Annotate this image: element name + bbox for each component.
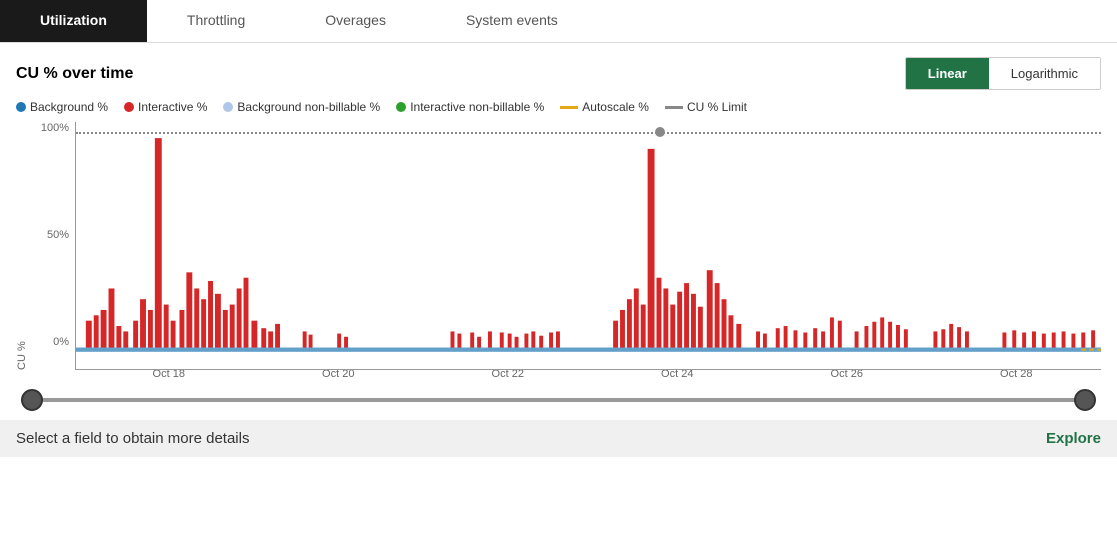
legend-cu-limit: CU % Limit: [665, 100, 747, 114]
chart-title: CU % over time: [16, 65, 133, 83]
legend-interactive-label: Interactive %: [138, 100, 207, 114]
legend-autoscale-icon: [560, 106, 578, 109]
y-axis-ticks: 100% 50% 0%: [30, 122, 75, 370]
legend-interactive-icon: [124, 102, 134, 112]
tab-utilization[interactable]: Utilization: [0, 0, 147, 42]
chart-legend: Background % Interactive % Background no…: [16, 100, 1101, 114]
y-tick-100: 100%: [41, 122, 69, 134]
legend-interactive: Interactive %: [124, 100, 207, 114]
legend-background-label: Background %: [30, 100, 108, 114]
tab-overages[interactable]: Overages: [285, 0, 426, 42]
legend-bg-nonbillable-label: Background non-billable %: [237, 100, 380, 114]
slider-thumb-left[interactable]: [21, 389, 43, 411]
slider-thumb-right[interactable]: [1074, 389, 1096, 411]
legend-cu-limit-label: CU % Limit: [687, 100, 747, 114]
legend-cu-limit-icon: [665, 106, 683, 109]
scale-logarithmic-button[interactable]: Logarithmic: [989, 58, 1100, 89]
legend-int-nonbillable-icon: [396, 102, 406, 112]
explore-button[interactable]: Explore: [1046, 430, 1101, 447]
legend-bg-nonbillable-icon: [223, 102, 233, 112]
tab-bar: Utilization Throttling Overages System e…: [0, 0, 1117, 43]
chart-plot-area[interactable]: [75, 122, 1101, 370]
chart-container: CU % 100% 50% 0%: [16, 122, 1101, 370]
slider-fill: [32, 398, 1085, 402]
bottom-bar: Select a field to obtain more details Ex…: [0, 420, 1117, 457]
main-content: CU % over time Linear Logarithmic Backgr…: [0, 43, 1117, 414]
chart-svg: [76, 122, 1101, 369]
legend-background-non-billable: Background non-billable %: [223, 100, 380, 114]
legend-autoscale: Autoscale %: [560, 100, 649, 114]
range-slider[interactable]: [32, 386, 1085, 414]
legend-background: Background %: [16, 100, 108, 114]
legend-background-icon: [16, 102, 26, 112]
scale-button-group: Linear Logarithmic: [905, 57, 1101, 90]
y-tick-50: 50%: [47, 229, 69, 241]
y-tick-0: 0%: [53, 336, 69, 348]
chart-header: CU % over time Linear Logarithmic: [16, 57, 1101, 90]
y-axis-label: CU %: [16, 122, 28, 370]
bottom-message: Select a field to obtain more details: [16, 430, 249, 447]
tab-system-events[interactable]: System events: [426, 0, 598, 42]
legend-interactive-non-billable: Interactive non-billable %: [396, 100, 544, 114]
legend-autoscale-label: Autoscale %: [582, 100, 649, 114]
legend-int-nonbillable-label: Interactive non-billable %: [410, 100, 544, 114]
tab-throttling[interactable]: Throttling: [147, 0, 285, 42]
scale-linear-button[interactable]: Linear: [906, 58, 989, 89]
